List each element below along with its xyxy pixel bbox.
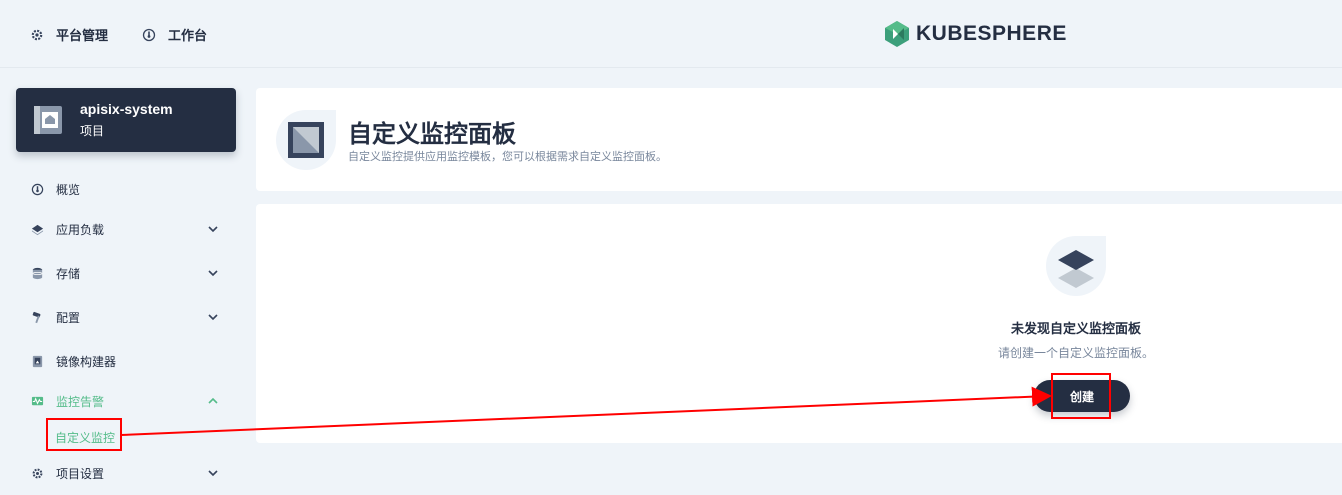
sidebar-item-project-settings[interactable]: 项目设置 [30,463,230,483]
workbench-label: 工作台 [168,28,208,43]
sidebar-item-monitoring[interactable]: 监控告警 [30,391,230,411]
gear-icon [30,466,44,480]
logo-text: KUBESPHERE [916,22,1067,45]
project-type: 项目 [80,124,105,138]
sidebar-item-label: 镜像构建器 [56,354,117,369]
layers-icon [30,222,44,236]
create-button[interactable]: 创建 [1034,380,1130,412]
database-icon [30,266,44,280]
sidebar-item-image-builder[interactable]: 镜像构建器 [30,351,230,371]
sidebar-item-label: 项目设置 [56,466,105,481]
workbench-link[interactable]: 工作台 [142,25,207,44]
sidebar-subitem-custom-monitoring[interactable]: 自定义监控 [55,429,115,446]
platform-management-link[interactable]: 平台管理 [30,25,108,44]
sidebar-item-label: 配置 [56,310,81,325]
platform-management-label: 平台管理 [56,28,109,43]
chevron-down-icon[interactable] [206,466,220,480]
empty-state-title: 未发现自定义监控面板 [1010,321,1141,336]
sidebar-item-overview[interactable]: 概览 [30,179,230,199]
sidebar-item-label: 监控告警 [56,394,105,409]
project-icon [34,106,62,134]
monitor-icon [30,394,44,408]
sidebar-item-config[interactable]: 配置 [30,307,230,327]
sidebar-item-label: 应用负载 [56,222,105,237]
chevron-down-icon[interactable] [206,310,220,324]
dashboard-icon [30,182,44,196]
page-description: 自定义监控提供应用监控模板，您可以根据需求自定义监控面板。 [348,151,667,163]
dashboard-icon [142,28,156,42]
chevron-down-icon[interactable] [206,266,220,280]
sidebar-item-workloads[interactable]: 应用负载 [30,219,230,239]
kubesphere-logo-icon [885,21,909,47]
empty-state-description: 请创建一个自定义监控面板。 [997,346,1154,360]
project-card[interactable]: apisix-system 项目 [16,88,236,152]
top-bar: 平台管理 工作台 KUBESPHERE [0,0,1342,68]
image-builder-icon [30,354,44,368]
project-name: apisix-system [80,101,173,117]
sidebar-item-storage[interactable]: 存储 [30,263,230,283]
sidebar-item-label: 概览 [56,182,81,197]
layers-icon [1046,236,1106,296]
gear-icon [30,28,44,42]
hammer-icon [30,310,44,324]
kubesphere-logo[interactable]: KUBESPHERE [884,20,1067,48]
sidebar-item-label: 存储 [56,266,81,281]
page-title: 自定义监控面板 [348,121,516,148]
dashboard-panel-icon [276,110,336,170]
empty-state-card: 未发现自定义监控面板 请创建一个自定义监控面板。 创建 [256,204,1342,443]
page-header-card: 自定义监控面板 自定义监控提供应用监控模板，您可以根据需求自定义监控面板。 [256,88,1342,191]
chevron-up-icon[interactable] [206,394,220,408]
chevron-down-icon[interactable] [206,222,220,236]
